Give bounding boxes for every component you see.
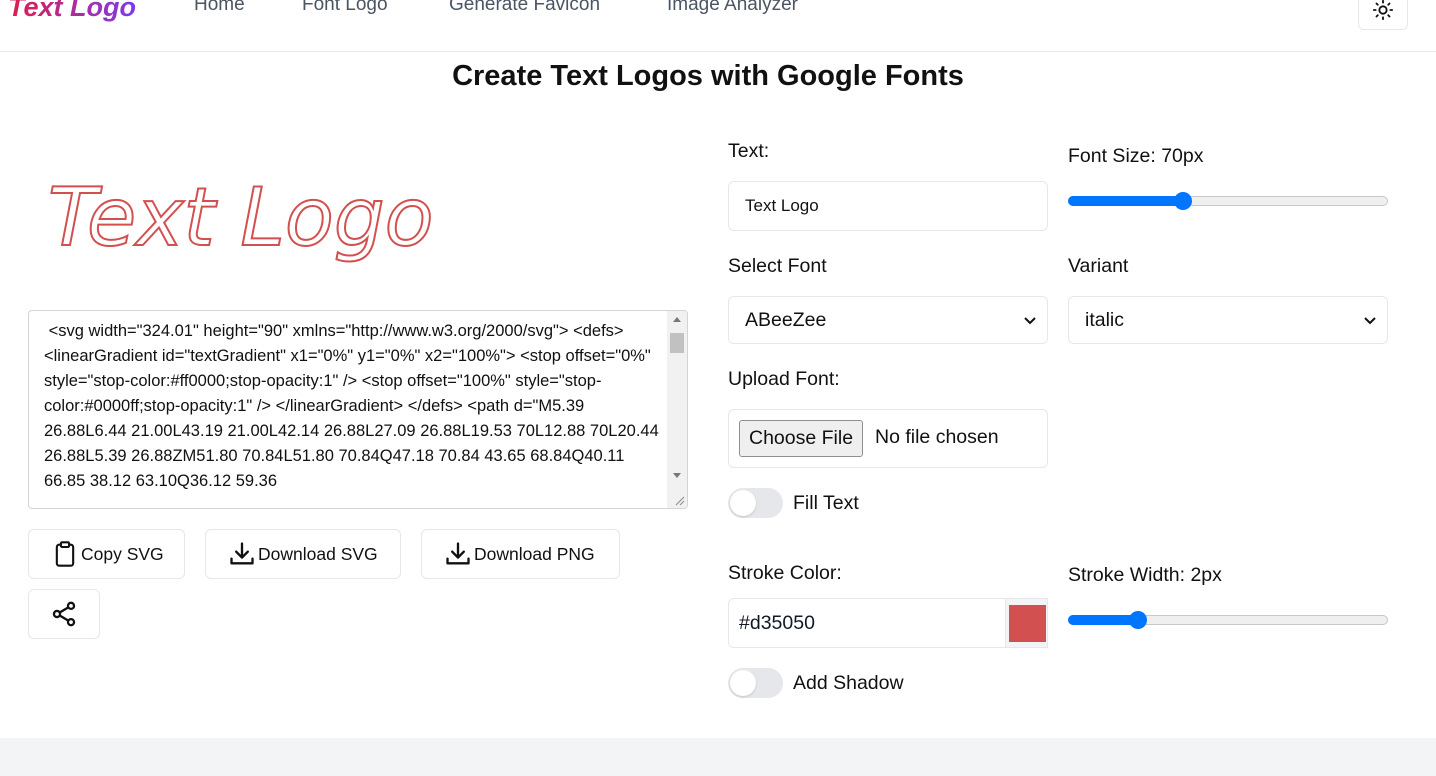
- clipboard-icon: [55, 541, 75, 567]
- variant-select-value: italic: [1085, 308, 1125, 331]
- brand-logo[interactable]: Text Logo: [8, 0, 136, 23]
- nav-link-generate-favicon[interactable]: Generate Favicon: [449, 0, 600, 16]
- stroke-width-slider-thumb[interactable]: [1129, 611, 1148, 629]
- variant-select[interactable]: italic: [1068, 296, 1388, 344]
- svg-code-content: <svg width="324.01" height="90" xmlns="h…: [44, 322, 664, 490]
- font-select[interactable]: ABeeZee: [728, 296, 1048, 344]
- page-title: Create Text Logos with Google Fonts: [452, 60, 964, 92]
- share-button[interactable]: [28, 589, 100, 639]
- stroke-width-slider-fill: [1068, 615, 1139, 625]
- upload-font-input[interactable]: Choose File No file chosen: [728, 409, 1048, 468]
- stroke-color-picker[interactable]: [1005, 598, 1048, 648]
- scroll-up-icon[interactable]: [673, 317, 681, 322]
- fill-text-label: Fill Text: [793, 492, 859, 514]
- top-nav: Text Logo Home Font Logo Generate Favico…: [0, 0, 1436, 52]
- stroke-color-swatch: [1009, 605, 1046, 642]
- chevron-down-icon: [1364, 317, 1376, 325]
- stroke-color-input[interactable]: #d35050: [728, 598, 1048, 648]
- stroke-width-label: Stroke Width: 2px: [1068, 564, 1222, 586]
- file-status: No file chosen: [875, 426, 999, 448]
- download-png-button[interactable]: Download PNG: [421, 529, 620, 579]
- font-size-slider[interactable]: [1068, 190, 1388, 210]
- footer-band: [0, 738, 1436, 776]
- stroke-color-label: Stroke Color:: [728, 562, 842, 584]
- font-size-slider-fill: [1068, 196, 1184, 206]
- download-svg-button[interactable]: Download SVG: [205, 529, 401, 579]
- text-label: Text:: [728, 140, 770, 162]
- select-font-label: Select Font: [728, 255, 827, 277]
- fill-text-toggle[interactable]: [728, 488, 783, 518]
- download-svg-label: Download SVG: [258, 543, 378, 564]
- nav-link-home[interactable]: Home: [194, 0, 245, 16]
- nav-link-font-logo[interactable]: Font Logo: [302, 0, 388, 16]
- add-shadow-toggle[interactable]: [728, 668, 783, 698]
- font-select-value: ABeeZee: [745, 308, 827, 331]
- scroll-thumb[interactable]: [670, 333, 684, 353]
- resize-grip-icon[interactable]: [673, 494, 685, 506]
- variant-label: Variant: [1068, 255, 1129, 277]
- download-png-label: Download PNG: [474, 543, 595, 564]
- stroke-width-slider[interactable]: [1068, 609, 1388, 629]
- scroll-down-icon[interactable]: [673, 473, 681, 478]
- copy-svg-label: Copy SVG: [81, 543, 164, 564]
- fill-text-toggle-knob: [730, 490, 756, 516]
- logo-preview-svg: Text Logo: [47, 170, 435, 265]
- logo-preview: Text Logo: [28, 150, 688, 290]
- font-size-slider-thumb[interactable]: [1174, 192, 1193, 210]
- download-icon: [230, 542, 254, 565]
- code-scrollbar[interactable]: [667, 311, 687, 508]
- nav-link-image-analyzer[interactable]: Image Analyzer: [667, 0, 798, 16]
- choose-file-button[interactable]: Choose File: [739, 420, 864, 457]
- text-input[interactable]: Text Logo: [728, 181, 1048, 231]
- theme-toggle-button[interactable]: [1358, 0, 1408, 30]
- add-shadow-label: Add Shadow: [793, 672, 904, 694]
- share-icon: [52, 601, 76, 627]
- font-size-label: Font Size: 70px: [1068, 145, 1204, 167]
- sun-icon: [1372, 0, 1394, 21]
- copy-svg-button[interactable]: Copy SVG: [28, 529, 185, 579]
- download-icon: [446, 542, 470, 565]
- upload-font-label: Upload Font:: [728, 368, 840, 390]
- add-shadow-toggle-knob: [730, 670, 756, 696]
- logo-preview-text: Text Logo: [48, 171, 434, 264]
- svg-code-textarea[interactable]: <svg width="324.01" height="90" xmlns="h…: [28, 310, 688, 509]
- chevron-down-icon: [1024, 317, 1036, 325]
